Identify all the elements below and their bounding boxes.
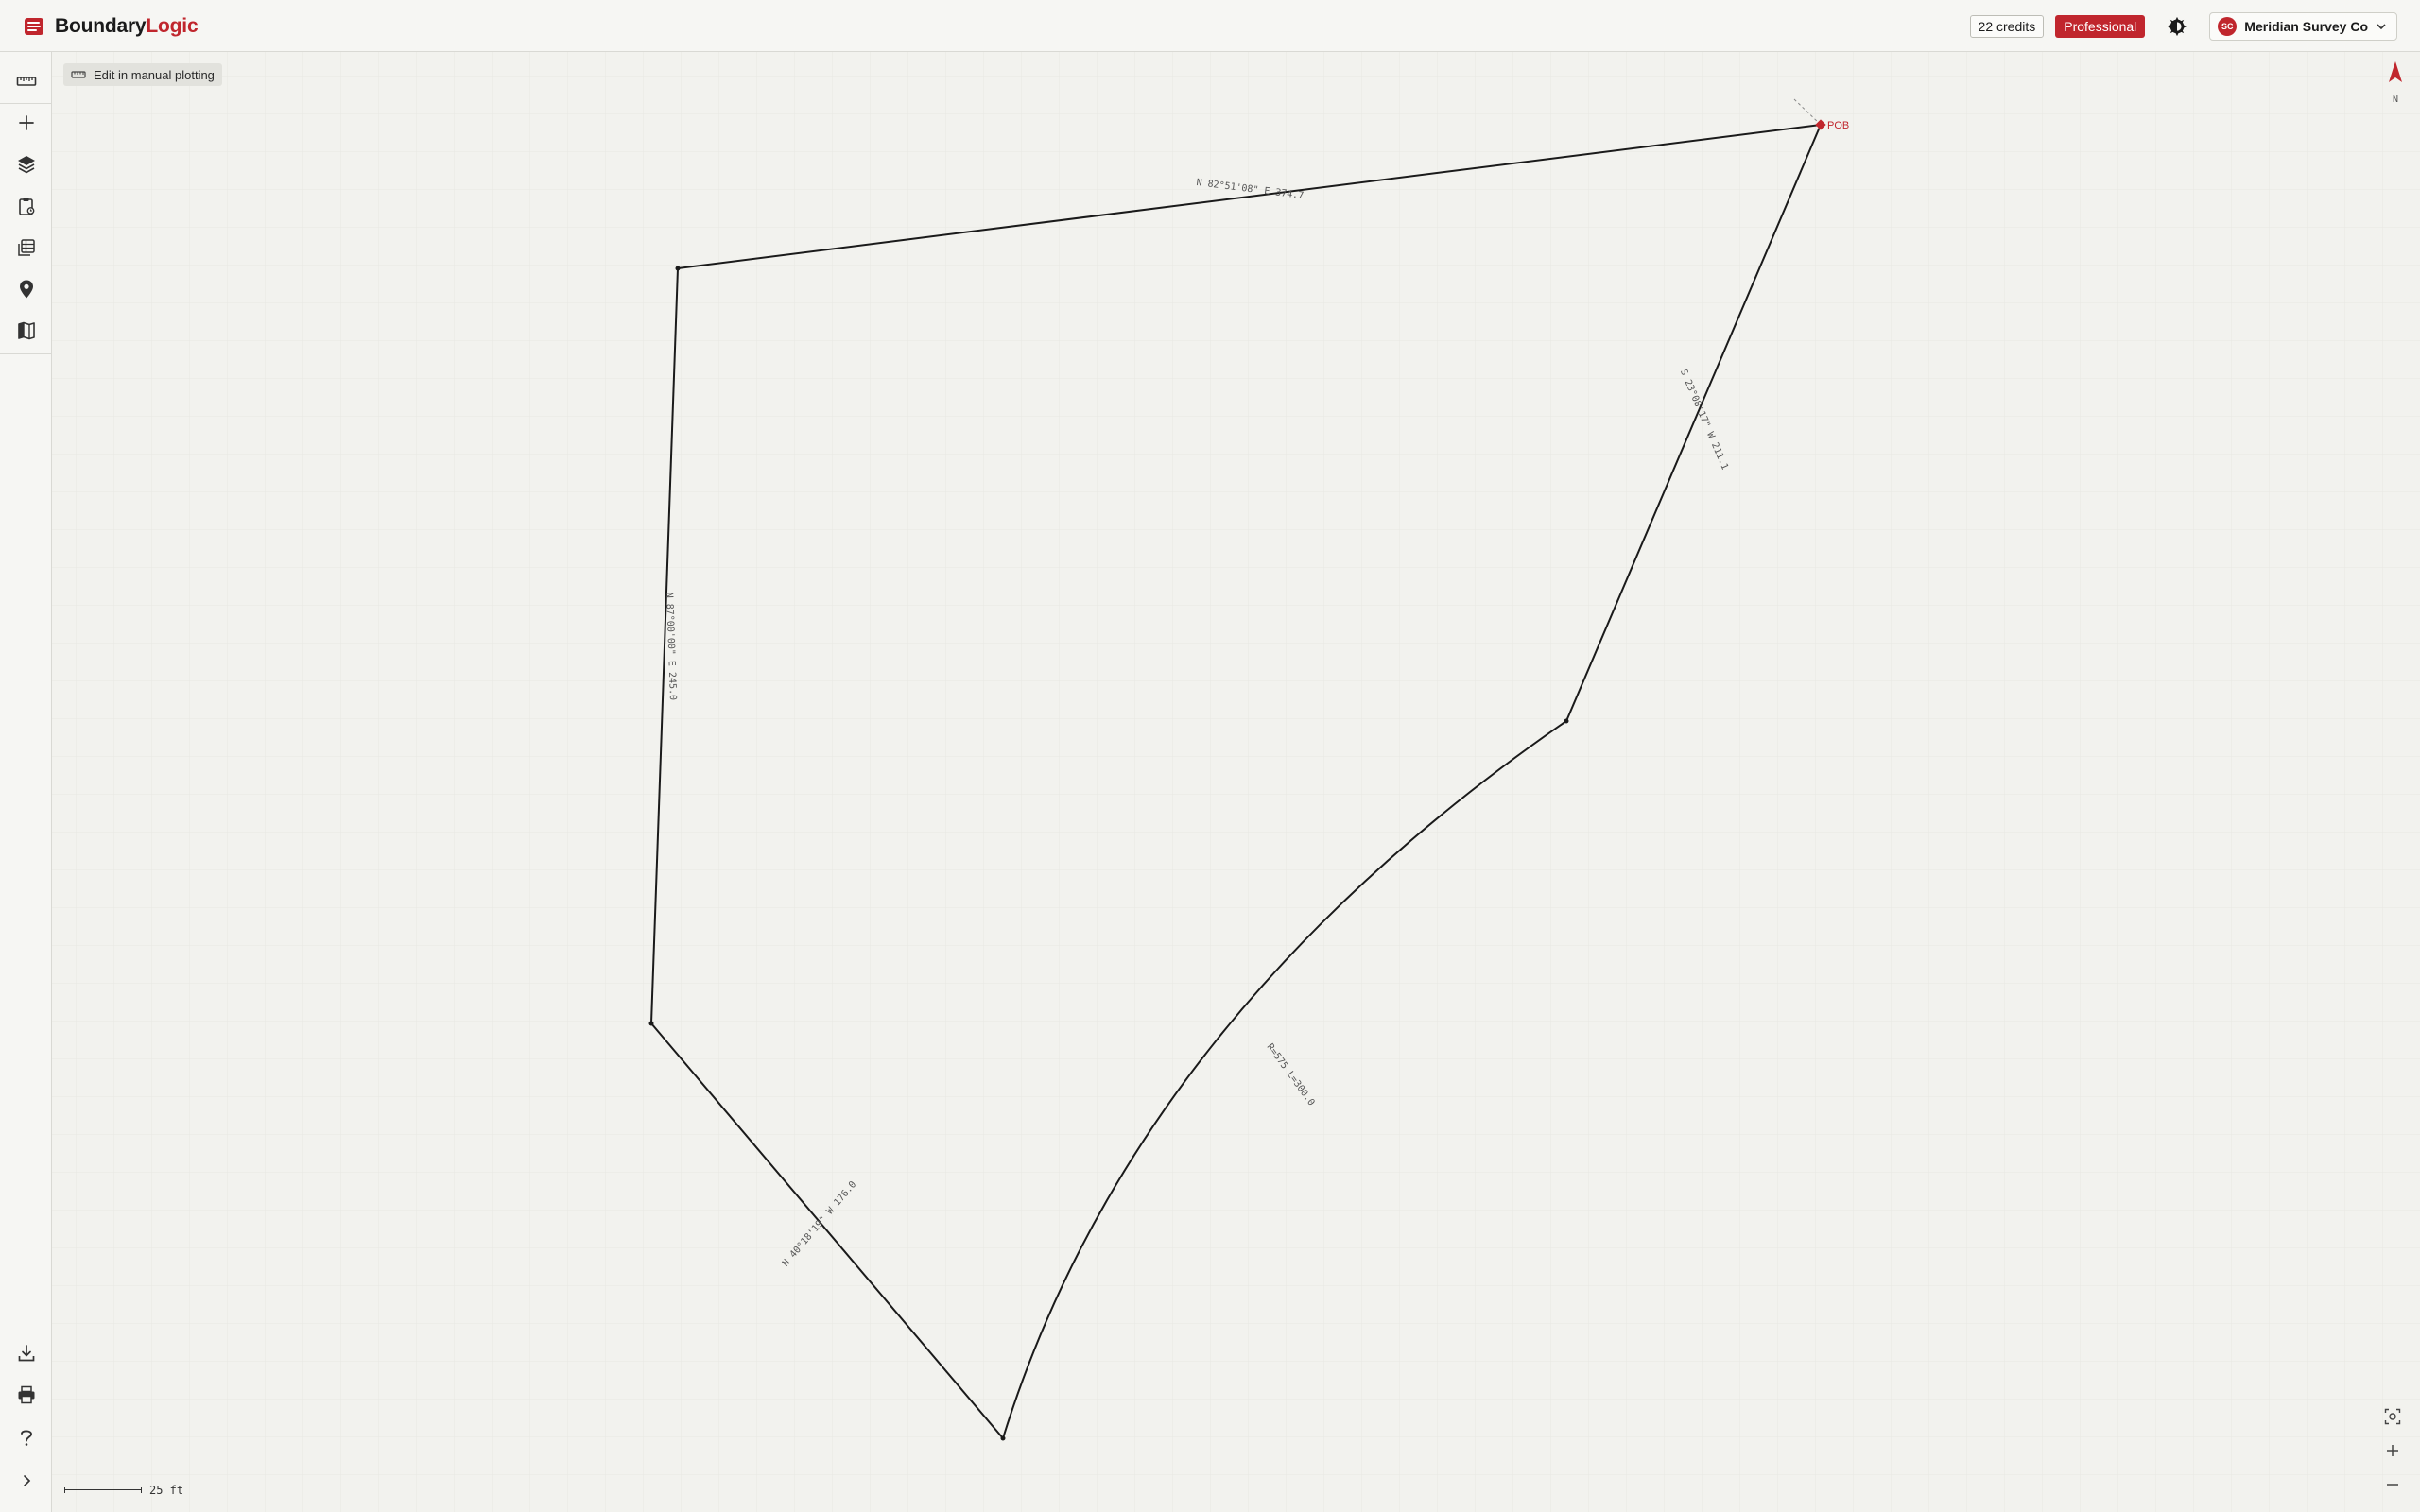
vertex-point[interactable] <box>1000 1435 1006 1441</box>
zoom-in-button[interactable] <box>2378 1436 2407 1465</box>
vertex-point[interactable] <box>675 266 681 271</box>
app-logo-icon <box>23 15 45 38</box>
table-button[interactable] <box>0 229 52 266</box>
account-name: Meridian Survey Co <box>2244 19 2368 34</box>
vertex-point[interactable] <box>1564 718 1569 724</box>
plan-badge: Professional <box>2055 15 2146 38</box>
edit-manual-plotting-button[interactable]: Edit in manual plotting <box>63 63 222 86</box>
table-icon <box>17 239 35 256</box>
layers-button[interactable] <box>0 146 52 183</box>
edit-manual-plotting-label: Edit in manual plotting <box>94 67 215 82</box>
ruler-icon <box>16 77 36 86</box>
north-arrow-icon <box>2389 61 2402 82</box>
chevron-down-icon <box>2377 24 2386 30</box>
brand[interactable]: BoundaryLogic <box>23 13 199 40</box>
vertex-point[interactable] <box>648 1021 654 1026</box>
theme-toggle-button[interactable] <box>2164 13 2190 40</box>
plus-icon <box>18 115 34 130</box>
header-actions: 22 credits Professional SC Meridian Surv… <box>1969 12 2397 41</box>
zoom-out-icon <box>2387 1484 2398 1486</box>
chevron-right-icon <box>23 1475 30 1486</box>
app-title: BoundaryLogic <box>55 15 199 38</box>
left-toolbar <box>0 52 52 1512</box>
map-icon <box>17 321 35 340</box>
download-button[interactable] <box>0 1334 52 1372</box>
location-pin-icon <box>19 280 33 299</box>
fit-view-icon <box>2384 1408 2401 1425</box>
map-grid <box>52 52 2420 1512</box>
pob-label: POB <box>1827 120 1849 131</box>
expand-sidebar-button[interactable] <box>0 1462 52 1500</box>
help-icon <box>20 1430 32 1446</box>
layers-icon <box>17 156 35 174</box>
help-button[interactable] <box>0 1418 52 1456</box>
download-icon <box>18 1345 34 1362</box>
location-button[interactable] <box>0 270 52 308</box>
ruler-icon <box>71 71 86 78</box>
map-button[interactable] <box>0 312 52 350</box>
sidebar-divider <box>0 353 52 354</box>
plot-canvas[interactable]: POB N 82°51'08" E 374.7 S 23°08'17" W 21… <box>52 52 2420 1512</box>
avatar: SC <box>2218 17 2238 36</box>
scale-label: 25 ft <box>149 1484 184 1497</box>
clipboard-icon <box>18 198 34 215</box>
print-icon <box>18 1385 34 1404</box>
deeds-button[interactable] <box>0 187 52 225</box>
zoom-out-button[interactable] <box>2378 1470 2407 1499</box>
theme-icon <box>2168 16 2187 37</box>
north-arrow: N <box>2382 60 2409 121</box>
measure-tool-button[interactable] <box>0 62 52 100</box>
print-button[interactable] <box>0 1376 52 1414</box>
app-title-part-b: Logic <box>146 15 199 37</box>
credits-badge: 22 credits <box>1969 15 2045 38</box>
scale-bar-line <box>64 1487 142 1493</box>
top-bar: BoundaryLogic 22 credits Professional SC… <box>0 0 2420 52</box>
account-menu[interactable]: SC Meridian Survey Co <box>2209 12 2397 41</box>
sidebar-divider <box>0 1417 52 1418</box>
add-button[interactable] <box>0 104 52 142</box>
scale-bar: 25 ft <box>64 1484 183 1497</box>
zoom-in-icon <box>2387 1445 2398 1456</box>
fit-to-view-button[interactable] <box>2378 1402 2407 1431</box>
app-title-part-a: Boundary <box>55 15 147 37</box>
north-label: N <box>2392 94 2399 105</box>
